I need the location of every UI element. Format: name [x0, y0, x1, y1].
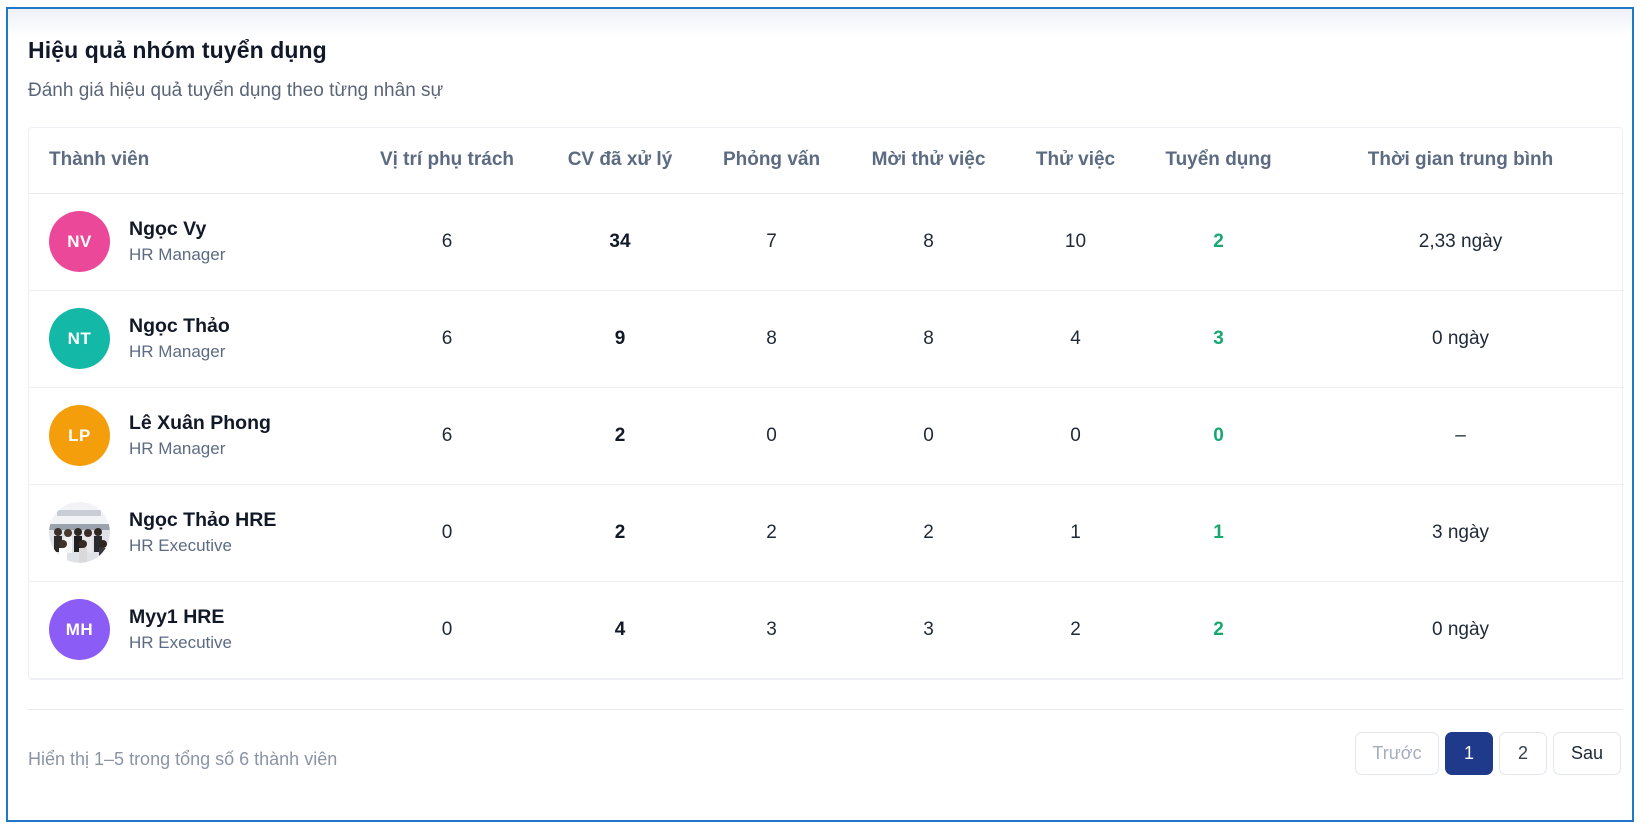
hired-cell: 2 [1213, 230, 1224, 252]
member-role: HR Manager [129, 438, 226, 458]
trial-cell: 10 [1064, 230, 1087, 252]
hired-cell: 3 [1213, 327, 1224, 349]
avatar: MH [49, 599, 110, 660]
trial-cell: 4 [1070, 327, 1081, 349]
member-name: Ngọc Thảo [129, 314, 230, 337]
hired-cell: 1 [1213, 521, 1224, 543]
member-role: HR Executive [129, 535, 232, 555]
team-performance-table: Thành viên Vị trí phụ trách CV đã xử lý … [28, 127, 1624, 680]
interview-cell: 7 [766, 230, 777, 252]
cv-processed-cell: 4 [614, 618, 626, 640]
cv-processed-cell: 2 [614, 521, 626, 543]
interview-cell: 2 [766, 521, 777, 543]
col-header-member: Thành viên [29, 128, 351, 194]
member-role: HR Manager [129, 341, 226, 361]
table-row[interactable]: NV Ngọc Vy HR Manager 6 34 7 8 10 2 2,33… [29, 193, 1624, 290]
trial-invite-cell: 2 [923, 521, 934, 543]
member-name: Myy1 HRE [129, 605, 225, 628]
trial-cell: 2 [1070, 618, 1081, 640]
col-header-cv-processed: CV đã xử lý [543, 128, 697, 194]
hired-cell: 2 [1213, 618, 1224, 640]
trial-invite-cell: 8 [923, 230, 934, 252]
trial-invite-cell: 8 [923, 327, 934, 349]
positions-cell: 6 [441, 230, 453, 252]
member-role: HR Manager [129, 244, 226, 264]
positions-cell: 0 [441, 618, 453, 640]
member-cell: NT Ngọc Thảo HR Manager [29, 290, 351, 387]
col-header-interview: Phỏng vấn [697, 128, 846, 194]
trial-cell: 0 [1070, 424, 1081, 446]
member-name: Lê Xuân Phong [129, 411, 271, 434]
table-row[interactable]: Ngọc Thảo HRE HR Executive 0 2 2 2 1 1 3… [29, 484, 1624, 581]
next-page-button[interactable]: Sau [1553, 732, 1621, 775]
col-header-trial-invite: Mời thử việc [846, 128, 1011, 194]
table-row[interactable]: MH Myy1 HRE HR Executive 0 4 3 3 2 2 0 n… [29, 581, 1624, 678]
table-row[interactable]: LP Lê Xuân Phong HR Manager 6 2 0 0 0 0 … [29, 387, 1624, 484]
positions-cell: 6 [441, 327, 453, 349]
col-header-hired: Tuyển dụng [1140, 128, 1297, 194]
trial-cell: 1 [1070, 521, 1081, 543]
avg-time-cell: 0 ngày [1431, 327, 1490, 349]
pagination-summary: Hiển thị 1–5 trong tổng số 6 thành viên [28, 749, 338, 769]
card-title: Hiệu quả nhóm tuyển dụng [28, 37, 327, 63]
prev-page-button[interactable]: Trước [1355, 732, 1439, 775]
positions-cell: 6 [441, 424, 453, 446]
page-1-button[interactable]: 1 [1445, 732, 1493, 775]
page-2-button[interactable]: 2 [1499, 732, 1547, 775]
interview-cell: 8 [766, 327, 777, 349]
member-name: Ngọc Thảo HRE [129, 508, 277, 531]
table-header-row: Thành viên Vị trí phụ trách CV đã xử lý … [29, 128, 1624, 194]
member-cell: NV Ngọc Vy HR Manager [29, 193, 351, 290]
card-subtitle: Đánh giá hiệu quả tuyển dụng theo từng n… [28, 80, 444, 101]
avatar: NT [49, 308, 110, 369]
positions-cell: 0 [441, 521, 453, 543]
avatar-photo [49, 502, 110, 563]
cv-processed-cell: 34 [609, 230, 631, 252]
table-row[interactable]: NT Ngọc Thảo HR Manager 6 9 8 8 4 3 0 ng… [29, 290, 1624, 387]
member-role: HR Executive [129, 632, 232, 652]
recruitment-team-card: Hiệu quả nhóm tuyển dụng Đánh giá hiệu q… [6, 7, 1634, 822]
interview-cell: 3 [766, 618, 777, 640]
member-cell: MH Myy1 HRE HR Executive [29, 581, 351, 678]
footer-divider [28, 709, 1623, 710]
col-header-positions: Vị trí phụ trách [351, 128, 543, 194]
hired-cell: 0 [1213, 424, 1224, 446]
trial-invite-cell: 3 [923, 618, 934, 640]
pagination: Trước 1 2 Sau [1355, 732, 1621, 775]
avg-time-cell: 0 ngày [1431, 618, 1490, 640]
cv-processed-cell: 2 [614, 424, 626, 446]
avatar: LP [49, 405, 110, 466]
trial-invite-cell: 0 [923, 424, 934, 446]
avg-time-cell: – [1455, 424, 1466, 446]
avg-time-cell: 2,33 ngày [1418, 230, 1503, 252]
member-cell: LP Lê Xuân Phong HR Manager [29, 387, 351, 484]
cv-processed-cell: 9 [614, 327, 626, 349]
col-header-trial: Thử việc [1011, 128, 1140, 194]
col-header-avg-time: Thời gian trung bình [1297, 128, 1624, 194]
avatar: NV [49, 211, 110, 272]
member-name: Ngọc Vy [129, 217, 207, 240]
member-cell: Ngọc Thảo HRE HR Executive [29, 484, 351, 581]
avg-time-cell: 3 ngày [1431, 521, 1490, 543]
interview-cell: 0 [766, 424, 777, 446]
